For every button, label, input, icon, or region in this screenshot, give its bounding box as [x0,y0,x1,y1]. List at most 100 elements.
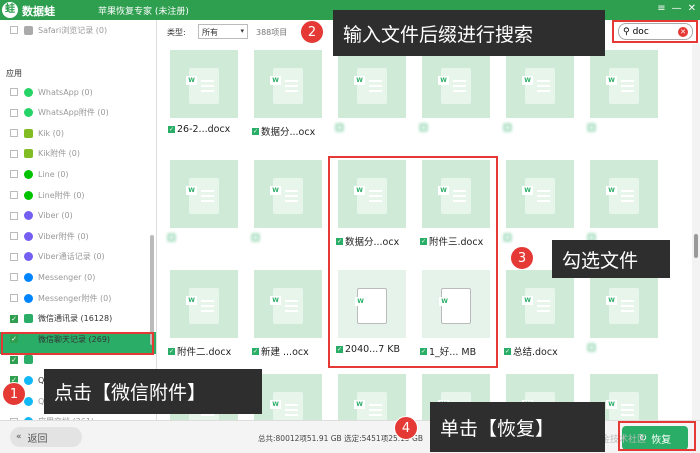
sidebar-item[interactable]: WhatsApp附件 (0) [10,105,109,121]
safari-icon [24,25,33,35]
sidebar-item[interactable]: WhatsApp (0) [10,84,93,100]
file-checkbox[interactable] [168,234,175,241]
checkbox[interactable] [10,170,18,179]
sidebar-scrollbar[interactable] [150,235,154,345]
sidebar-item-safari-history[interactable]: Safari浏览记录 (0) [10,22,107,38]
back-button[interactable]: « 返回 [10,427,82,447]
sidebar-item[interactable]: Kik (0) [10,125,64,141]
file-checkbox[interactable] [588,344,595,351]
file-tile[interactable]: W [584,264,664,369]
document-icon: W [606,392,639,420]
checkbox[interactable] [10,232,18,241]
checkbox[interactable] [10,149,18,158]
checkbox[interactable] [10,211,18,220]
file-tile[interactable]: W ✓ 26-2...docx [164,44,244,149]
close-icon[interactable]: ✕ [688,3,696,14]
minimize-icon[interactable]: — [672,3,682,14]
wa-icon [24,87,33,97]
checkbox[interactable] [10,129,18,138]
file-tile[interactable]: W [332,368,412,420]
sidebar-item[interactable]: Line (0) [10,166,69,182]
file-tile[interactable]: W ✓ 附件二.docx [164,264,244,369]
step-number-3: 3 [510,246,534,270]
double-chevron-left-icon: « [16,432,22,442]
file-tile[interactable]: W ✓ 总结.docx [500,264,580,369]
document-icon: W [186,68,219,104]
file-tile[interactable]: W [416,44,496,149]
file-checkbox[interactable]: ✓ [252,127,259,135]
file-name [504,124,582,131]
sidebar: Safari浏览记录 (0) 应用 WhatsApp (0) WhatsApp附件… [0,20,157,420]
msg-icon [24,272,33,282]
sidebar-item[interactable]: Viber通话记录 (0) [10,249,105,265]
app-logo-icon: 蛙 [2,2,18,18]
grid-scrollbar[interactable] [692,44,700,420]
file-checkbox[interactable]: ✓ [168,126,175,133]
file-tile[interactable]: W [164,154,244,259]
file-checkbox[interactable] [588,124,595,131]
checkbox[interactable] [10,108,18,117]
sidebar-item[interactable]: Kik附件 (0) [10,146,80,162]
item-count: 388项目 [256,28,288,37]
file-tile[interactable]: W [584,44,664,149]
window-title: 苹果恢复专家 (未注册) [98,7,189,17]
file-name [168,234,246,241]
checkbox[interactable] [10,26,18,34]
kik-icon [24,128,33,138]
file-checkbox[interactable]: ✓ [168,347,175,355]
file-tile[interactable]: W [248,154,328,259]
sidebar-item[interactable]: ✓ 微信通讯录 (16128) [10,311,112,327]
sidebar-item[interactable]: Line附件 (0) [10,187,85,203]
highlight-wechat-attachments [1,332,154,355]
file-checkbox[interactable]: ✓ [504,347,511,355]
kik-icon [24,149,33,159]
type-select[interactable]: 所有 ▾ [198,24,248,39]
file-name [252,234,330,241]
highlight-selected-files [328,156,498,368]
document-icon: W [270,178,303,214]
checkbox[interactable] [10,294,18,302]
step-number-4: 4 [394,416,418,440]
viber-icon [24,211,33,221]
file-tile[interactable]: W [500,44,580,149]
file-thumbnail: W [422,50,490,118]
sidebar-item[interactable]: Messenger (0) [10,269,95,285]
document-icon: W [270,68,303,104]
file-checkbox[interactable] [252,234,259,241]
checkbox[interactable] [10,273,18,282]
file-checkbox[interactable] [504,234,511,241]
checkbox[interactable]: ✓ [10,314,18,323]
checkbox[interactable] [10,252,18,261]
msg-icon [24,293,33,303]
document-icon: W [270,288,303,324]
file-name: ✓ 附件二.docx [168,347,232,358]
checkbox[interactable] [10,191,18,199]
menu-icon[interactable]: ≡ [657,3,665,14]
document-icon: W [606,288,639,324]
file-checkbox[interactable] [420,124,427,131]
file-thumbnail: W [254,160,322,228]
wx-icon [24,355,33,365]
file-checkbox[interactable]: ✓ [252,347,259,355]
sidebar-item[interactable]: Messenger附件 (0) [10,290,111,306]
file-tile[interactable]: W ✓ 数据分...ocx [248,44,328,149]
file-tile[interactable]: W [332,44,412,149]
file-name: ✓ 总结.docx [504,347,558,358]
file-checkbox[interactable] [504,124,511,131]
file-name: ✓ 数据分...ocx [252,127,316,138]
line-icon [24,190,33,200]
file-thumbnail: W [590,270,658,338]
checkbox[interactable] [10,88,18,96]
section-heading: 应用 [6,69,22,78]
document-icon: W [522,68,555,104]
chevron-down-icon: ▾ [240,27,244,35]
sidebar-item[interactable]: Viber附件 (0) [10,228,89,244]
file-tile[interactable]: W ✓ 新建 ...ocx [248,264,328,369]
file-checkbox[interactable] [336,124,343,131]
viber-icon [24,252,33,262]
annotation-2: 输入文件后缀进行搜索 [333,10,605,56]
annotation-4: 单击【恢复】 [430,402,605,452]
checkbox[interactable]: ✓ [10,355,18,364]
file-thumbnail: W [254,374,322,420]
sidebar-item[interactable]: Viber (0) [10,208,73,224]
